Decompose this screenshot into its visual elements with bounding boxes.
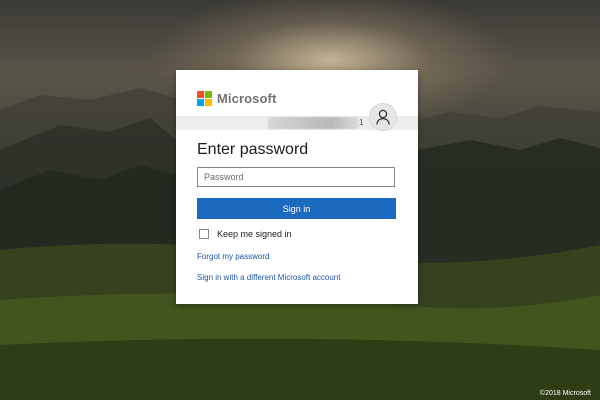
microsoft-logo: Microsoft (197, 90, 276, 107)
different-account-link[interactable]: Sign in with a different Microsoft accou… (197, 273, 340, 282)
sign-in-button[interactable]: Sign in (197, 198, 396, 219)
keep-signed-in-label: Keep me signed in (217, 229, 292, 239)
logo-square-red (197, 91, 204, 98)
account-avatar[interactable] (369, 103, 397, 131)
user-icon (376, 109, 390, 125)
redacted-account-name (268, 117, 358, 129)
logo-square-blue (197, 99, 204, 106)
forgot-password-link[interactable]: Forgot my password (197, 252, 269, 261)
page-title: Enter password (197, 141, 309, 158)
password-input[interactable] (197, 167, 395, 187)
logo-square-green (205, 91, 212, 98)
microsoft-logo-icon (197, 91, 212, 106)
sign-in-card: Microsoft 1 Enter password Sign in Keep … (176, 70, 418, 304)
account-name-tail: 1 (359, 118, 364, 127)
keep-signed-in-checkbox[interactable] (199, 229, 209, 239)
logo-square-yellow (205, 99, 212, 106)
keep-signed-in-option[interactable]: Keep me signed in (199, 229, 292, 239)
copyright-notice: ©2018 Microsoft (539, 390, 591, 397)
brand-name: Microsoft (217, 91, 277, 106)
